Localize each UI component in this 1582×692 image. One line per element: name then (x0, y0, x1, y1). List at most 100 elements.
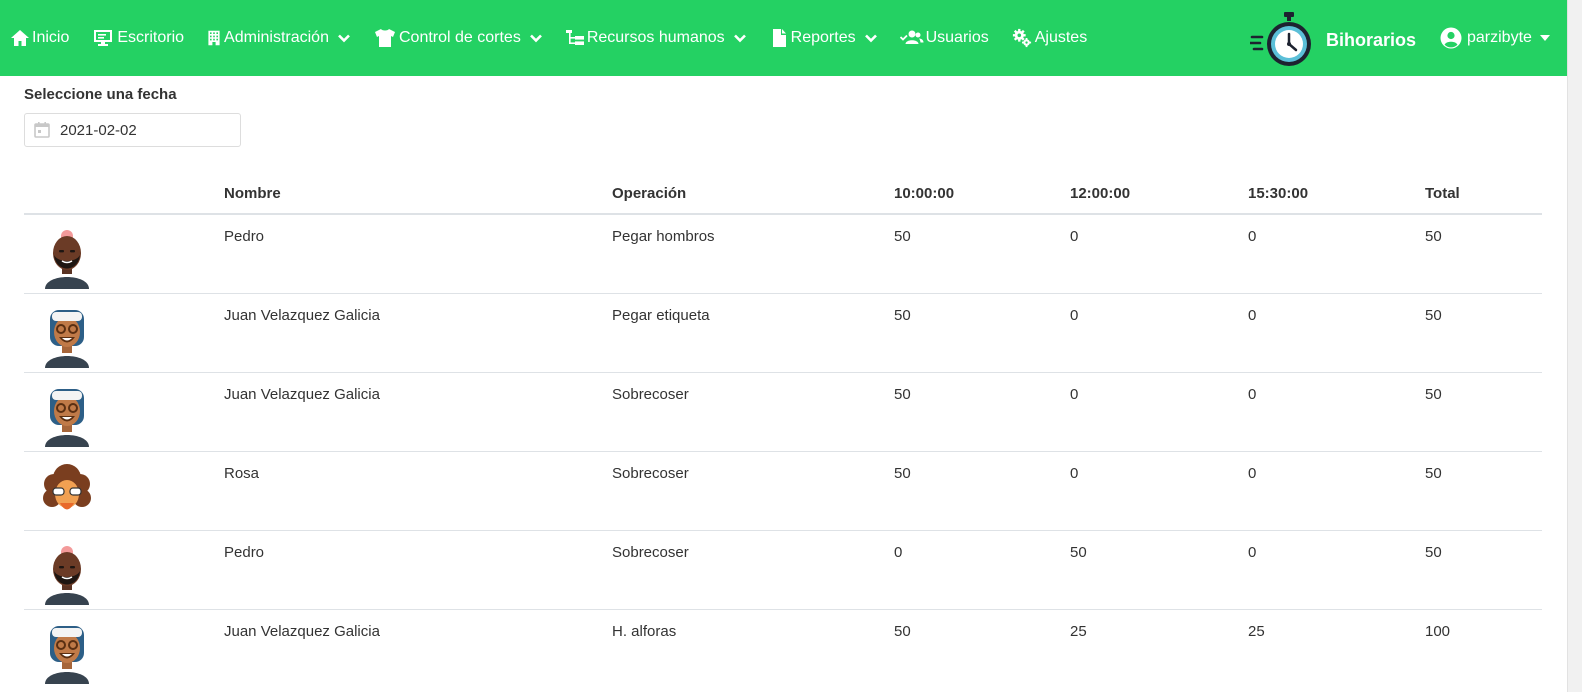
name-cell: Juan Velazquez Galicia (224, 372, 612, 452)
brand-name: Bihorarios (1326, 29, 1417, 50)
hour2-cell: 25 (1070, 622, 1087, 640)
operation-cell: Pegar etiqueta (612, 293, 894, 373)
stopwatch-logo-icon (1250, 12, 1311, 66)
sitemap-icon (565, 30, 584, 45)
total-cell: 50 (1425, 530, 1542, 610)
header-hora-2: 12:00:00 (1070, 174, 1248, 215)
nav-reportes[interactable]: Reportes (769, 28, 878, 48)
nav-recursos-humanos-label: Recursos humanos (586, 29, 725, 46)
table-row: Pedro Sobrecoser 0 50 0 50 (24, 530, 1542, 610)
avatar-cell (24, 451, 224, 531)
date-input[interactable]: 2021-02-02 (24, 113, 241, 147)
nav-inicio-label: Inicio (32, 29, 70, 46)
user-circle-icon (1440, 27, 1462, 49)
table-row: Juan Velazquez Galicia Sobrecoser 50 0 0… (24, 372, 1542, 452)
operation-cell: H. alforas (612, 622, 677, 640)
home-icon (11, 30, 29, 46)
hour2-cell: 0 (1070, 214, 1248, 294)
hour2-cell: 0 (1070, 293, 1248, 373)
file-icon (772, 29, 786, 47)
header-avatar (24, 174, 224, 215)
brand[interactable]: Bihorarios (1250, 10, 1416, 70)
header-hora-1: 10:00:00 (894, 174, 1070, 215)
total-cell: 50 (1425, 214, 1542, 294)
table-row: Juan Velazquez Galicia H. alforas 50 25 … (24, 609, 1542, 688)
table-row: Juan Velazquez Galicia Pegar etiqueta 50… (24, 293, 1542, 373)
tshirt-icon (374, 29, 395, 47)
cogs-icon (1012, 28, 1031, 48)
avatar-cell (24, 530, 224, 610)
avatar-cell (24, 293, 224, 373)
vertical-scrollbar[interactable] (1567, 0, 1582, 692)
operation-cell: Sobrecoser (612, 451, 894, 531)
total-cell: 50 (1425, 293, 1542, 373)
operation-cell: Sobrecoser (612, 372, 894, 452)
hour1-cell: 0 (894, 530, 1070, 610)
hour3-cell: 0 (1248, 451, 1425, 531)
table-row: Pedro Pegar hombros 50 0 0 50 (24, 214, 1542, 294)
total-cell: 50 (1425, 372, 1542, 452)
name-cell: Juan Velazquez Galicia (224, 293, 612, 373)
header-nombre: Nombre (224, 174, 612, 215)
operation-cell: Sobrecoser (612, 530, 894, 610)
total-cell: 50 (1425, 451, 1542, 531)
avatar-cell (24, 372, 224, 452)
name-cell: Pedro (224, 530, 612, 610)
bald-man-avatar (45, 545, 89, 605)
nav-escritorio[interactable]: Escritorio (91, 28, 184, 48)
hour3-cell: 0 (1248, 293, 1425, 373)
name-cell: Juan Velazquez Galicia (224, 622, 380, 640)
nav-ajustes-label: Ajustes (1034, 29, 1088, 46)
bald-man-avatar (45, 230, 89, 289)
avatar-cell (24, 214, 224, 294)
total-cell: 100 (1425, 622, 1451, 640)
avatar-cell (24, 609, 224, 688)
operation-cell: Pegar hombros (612, 214, 894, 294)
username: parzibyte (1467, 29, 1532, 46)
table-row: Rosa Sobrecoser 50 0 0 50 (24, 451, 1542, 531)
user-menu[interactable]: parzibyte (1440, 27, 1550, 49)
chevron-down-icon (338, 34, 350, 43)
name-cell: Rosa (224, 451, 612, 531)
nav-administracion[interactable]: Administración (206, 28, 351, 48)
hour1-cell: 50 (894, 622, 911, 640)
nav-usuarios-label: Usuarios (925, 29, 989, 46)
nav-escritorio-label: Escritorio (117, 29, 185, 46)
hour1-cell: 50 (894, 293, 1070, 373)
calendar-icon (34, 122, 50, 138)
users-icon (899, 30, 924, 44)
nav-control-cortes-label: Control de cortes (398, 29, 521, 46)
date-value: 2021-02-02 (60, 121, 137, 139)
chevron-down-icon (529, 34, 542, 43)
production-table: Nombre Operación 10:00:00 12:00:00 15:30… (24, 174, 1542, 688)
hour3-cell: 25 (1248, 622, 1265, 640)
nav-control-cortes[interactable]: Control de cortes (373, 28, 543, 48)
hour3-cell: 0 (1248, 372, 1425, 452)
hour1-cell: 50 (894, 451, 1070, 531)
desktop-icon (94, 30, 113, 46)
hour3-cell: 0 (1248, 214, 1425, 294)
nav-inicio[interactable]: Inicio (10, 28, 69, 48)
building-icon (208, 30, 220, 46)
nav-ajustes[interactable]: Ajustes (1011, 28, 1087, 48)
header-operacion: Operación (612, 174, 894, 215)
cap-man-avatar (45, 388, 89, 447)
nav-reportes-label: Reportes (790, 29, 856, 46)
nav-administracion-label: Administración (224, 29, 329, 46)
date-label: Seleccione una fecha (24, 86, 177, 103)
hour1-cell: 50 (894, 372, 1070, 452)
header-hora-3: 15:30:00 (1248, 174, 1425, 215)
nav-recursos-humanos[interactable]: Recursos humanos (565, 28, 747, 48)
name-cell: Pedro (224, 214, 612, 294)
hour2-cell: 0 (1070, 451, 1248, 531)
nav-usuarios[interactable]: Usuarios (899, 28, 989, 48)
hour2-cell: 0 (1070, 372, 1248, 452)
cap-man-avatar (45, 625, 89, 684)
chevron-down-icon (864, 34, 877, 43)
header-total: Total (1425, 174, 1542, 215)
caret-down-icon (1539, 35, 1550, 41)
cap-man-avatar (45, 309, 89, 368)
hour2-cell: 50 (1070, 530, 1248, 610)
top-navbar: Inicio Escritorio Administración Control… (0, 0, 1568, 76)
hour3-cell: 0 (1248, 530, 1425, 610)
